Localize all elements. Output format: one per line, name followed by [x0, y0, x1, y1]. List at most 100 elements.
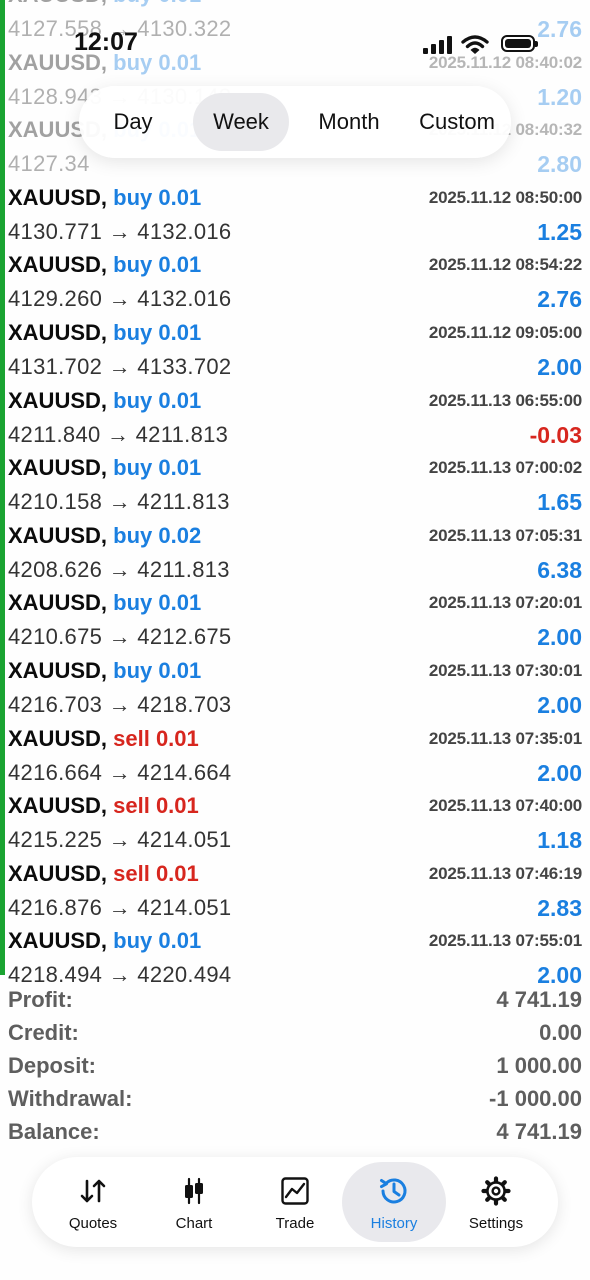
trade-symbol: XAUUSD, [8, 388, 108, 413]
trade-row[interactable]: XAUUSD, buy 0.02 2025.11.13 07:05:31 4208.… [0, 519, 590, 587]
history-screen: XAUUSD, buy 0.014127.558 → 4130.3222.76X… [0, 0, 590, 1280]
trade-row[interactable]: XAUUSD, buy 0.01 2025.11.12 09:05:00 4131.… [0, 316, 590, 384]
trade-time: 2025.11.12 08:50:00 [428, 188, 582, 207]
trade-time: 2025.11.13 07:35:01 [428, 729, 582, 748]
trade-prices: 4210.675 → 4212.675 [8, 624, 232, 649]
trade-time: 2025.11.12 08:54:22 [428, 255, 582, 274]
summary-value: -1 000.00 [489, 1086, 582, 1111]
trade-profit: 1.25 [537, 219, 582, 245]
trade-profit: 1.18 [537, 827, 582, 853]
trade-symbol-line: XAUUSD, sell 0.01 [8, 722, 199, 756]
trade-time: 2025.11.13 07:20:01 [428, 593, 582, 612]
period-selector: Day Week Month Custom [79, 86, 511, 158]
quotes-arrows-icon [80, 1179, 106, 1203]
trade-symbol: XAUUSD, [8, 793, 108, 818]
nav-chart[interactable]: Chart [142, 1162, 246, 1242]
trade-direction: sell 0.01 [113, 793, 199, 818]
trade-prices: 4127.34 [8, 151, 90, 176]
tab-custom[interactable]: Custom [405, 93, 509, 151]
trade-row[interactable]: XAUUSD, sell 0.01 2025.11.13 07:35:01 4216… [0, 722, 590, 790]
trade-time: 2025.11.13 07:30:01 [428, 661, 582, 680]
trade-symbol: XAUUSD, [8, 320, 108, 345]
trade-direction: buy 0.01 [113, 252, 202, 277]
trade-profit: 2.80 [537, 151, 582, 177]
nav-label: Settings [468, 1215, 524, 1232]
trade-symbol: XAUUSD, [8, 185, 108, 210]
signal-icon [423, 36, 453, 54]
trade-row[interactable]: XAUUSD, buy 0.01 2025.11.13 07:30:01 4216.… [0, 654, 590, 722]
trade-profit: 1.65 [537, 489, 582, 515]
gear-icon [481, 1176, 511, 1206]
trade-symbol-line: XAUUSD, buy 0.01 [8, 181, 201, 215]
trade-row[interactable]: XAUUSD, sell 0.01 2025.11.13 07:46:19 4216… [0, 857, 590, 925]
trade-row[interactable]: XAUUSD, buy 0.01 2025.11.13 06:55:00 4211.… [0, 384, 590, 452]
trade-symbol-line: XAUUSD, buy 0.01 [8, 654, 201, 688]
history-clock-icon [380, 1178, 407, 1204]
trade-prices: 4208.626 → 4211.813 [8, 557, 230, 582]
trade-symbol-line: XAUUSD, buy 0.01 [8, 586, 201, 620]
trade-time: 2025.11.12 09:05:00 [428, 323, 582, 342]
summary-label: Deposit: [8, 1053, 96, 1078]
summary-value: 0.00 [539, 1020, 582, 1045]
trade-direction: buy 0.02 [113, 523, 202, 548]
trade-profit: 2.83 [537, 895, 582, 921]
trade-row[interactable]: XAUUSD, buy 0.01 2025.11.12 08:54:22 4129.… [0, 248, 590, 316]
trade-profit: 2.00 [537, 624, 582, 650]
trade-symbol: XAUUSD, [8, 252, 108, 277]
trade-direction: buy 0.01 [113, 320, 202, 345]
trade-symbol: XAUUSD, [8, 455, 108, 480]
summary-value: 4 741.19 [496, 1119, 582, 1144]
trade-direction: buy 0.01 [113, 185, 202, 210]
trade-symbol-line: XAUUSD, sell 0.01 [8, 857, 199, 891]
wifi-icon [461, 35, 489, 54]
trade-symbol-line: XAUUSD, buy 0.01 [8, 384, 201, 418]
trade-symbol: XAUUSD, [8, 0, 107, 7]
nav-quotes[interactable]: Quotes [41, 1162, 145, 1242]
trade-row[interactable]: XAUUSD, sell 0.01 2025.11.13 07:40:00 4215… [0, 789, 590, 857]
trade-profit: 1.20 [537, 84, 582, 110]
trade-profit: -0.03 [529, 422, 582, 448]
trade-prices: 4131.702 → 4133.702 [8, 354, 232, 379]
tab-week[interactable]: Week [193, 93, 289, 151]
trade-direction: buy 0.01 [113, 928, 202, 953]
nav-label: Trade [275, 1215, 315, 1232]
trade-time: 2025.11.13 06:55:00 [428, 391, 582, 410]
summary-value: 1 000.00 [496, 1053, 582, 1078]
trade-direction: buy 0.01 [113, 0, 201, 7]
nav-trade[interactable]: Trade [243, 1162, 347, 1242]
tab-day[interactable]: Day [91, 93, 175, 151]
nav-label: Quotes [68, 1215, 118, 1232]
nav-settings[interactable]: Settings [444, 1162, 548, 1242]
nav-history[interactable]: History [342, 1162, 446, 1242]
summary-withdrawal: Withdrawal: -1 000.00 [0, 1082, 590, 1115]
summary-label: Balance: [8, 1119, 100, 1144]
trade-direction: sell 0.01 [113, 861, 199, 886]
trade-symbol-line: XAUUSD, buy 0.01 [8, 924, 201, 958]
candlestick-icon [185, 1177, 203, 1205]
trade-direction: sell 0.01 [113, 726, 199, 751]
status-clock: 12:07 [74, 28, 138, 56]
trade-row[interactable]: XAUUSD, buy 0.01 2025.11.13 07:20:01 4210.… [0, 586, 590, 654]
trade-row[interactable]: XAUUSD, buy 0.01 2025.11.13 07:00:02 4210.… [0, 451, 590, 519]
trade-profit: 2.00 [537, 692, 582, 718]
nav-label: History [370, 1215, 418, 1232]
trade-direction: buy 0.01 [113, 455, 202, 480]
trade-symbol-line: XAUUSD, buy 0.01 [8, 0, 201, 12]
trade-profit: 2.76 [537, 286, 582, 312]
trade-symbol: XAUUSD, [8, 658, 108, 683]
trade-prices: 4216.876 → 4214.051 [8, 895, 232, 920]
trade-symbol-line: XAUUSD, buy 0.01 [8, 248, 201, 282]
trade-symbol-line: XAUUSD, buy 0.01 [8, 451, 201, 485]
tab-month[interactable]: Month [301, 93, 397, 151]
trade-time: 2025.11.13 07:00:02 [428, 458, 582, 477]
trade-prices: 4130.771 → 4132.016 [8, 219, 232, 244]
trade-time: 2025.11.13 07:05:31 [428, 526, 582, 545]
trade-direction: buy 0.01 [113, 658, 202, 683]
trade-row[interactable]: XAUUSD, buy 0.01 2025.11.13 07:55:01 4218.… [0, 924, 590, 992]
trade-symbol-line: XAUUSD, buy 0.02 [8, 519, 201, 553]
trade-symbol: XAUUSD, [8, 861, 108, 886]
battery-icon [501, 35, 538, 52]
summary-credit: Credit: 0.00 [0, 1016, 590, 1049]
trade-direction: buy 0.01 [113, 590, 202, 615]
trade-row[interactable]: XAUUSD, buy 0.01 2025.11.12 08:50:00 4130.… [0, 181, 590, 249]
